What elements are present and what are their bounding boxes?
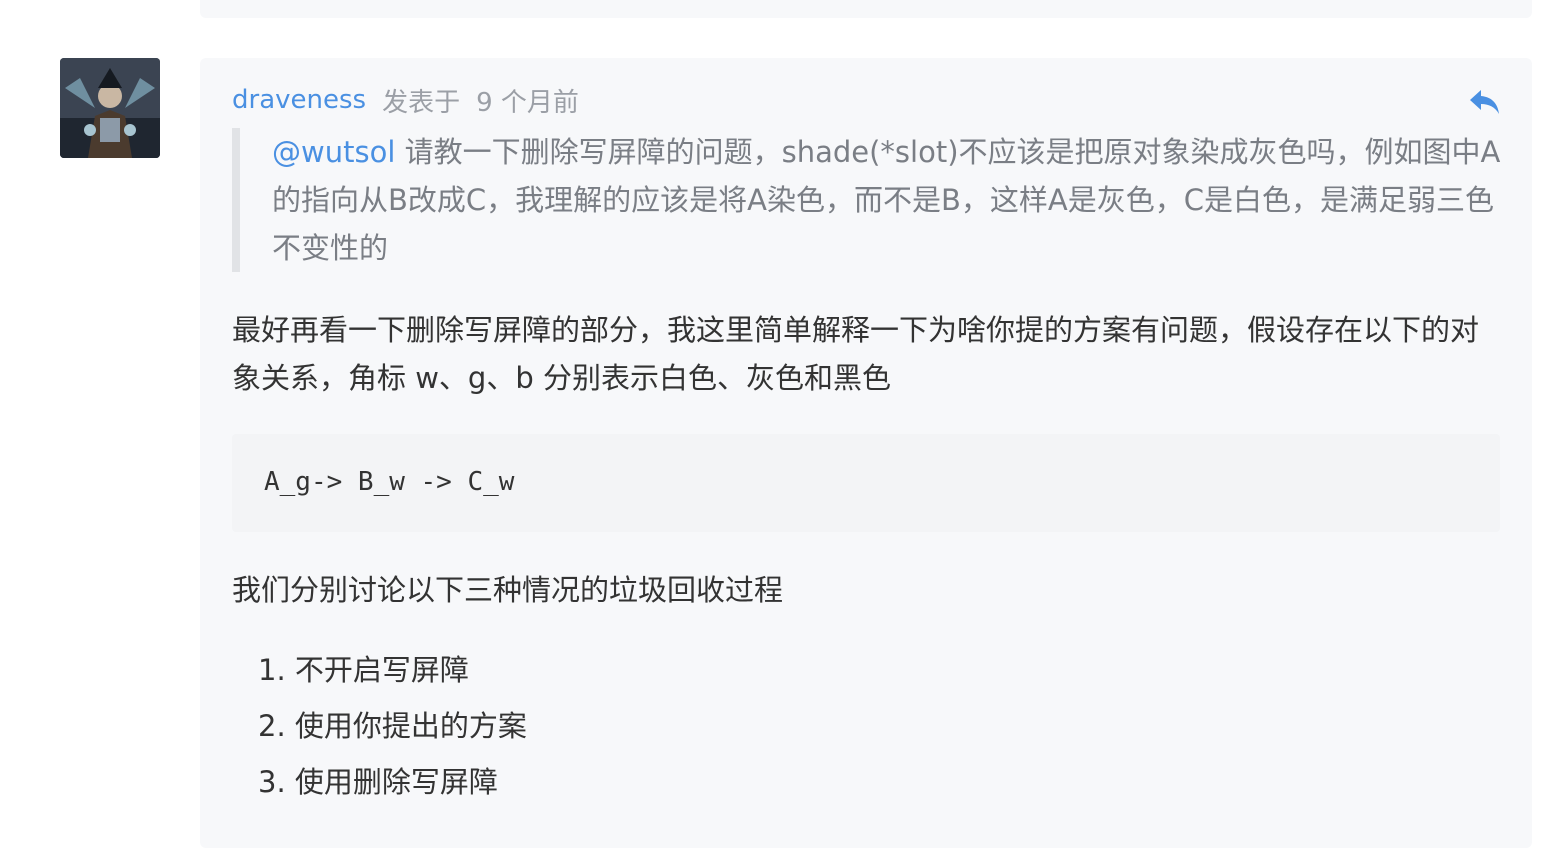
code-block: A_g-> B_w -> C_w: [232, 434, 1500, 532]
author-link[interactable]: draveness: [232, 85, 366, 115]
quoted-reply: @wutsol 请教一下删除写屏障的问题，shade(*slot)不应该是把原对…: [232, 128, 1502, 272]
post-time[interactable]: 9 个月前: [476, 82, 579, 119]
scenario-list: 1. 不开启写屏障 2. 使用你提出的方案 3. 使用删除写屏障: [258, 646, 527, 814]
list-item: 3. 使用删除写屏障: [258, 765, 498, 799]
mention-link[interactable]: @wutsol: [272, 135, 395, 169]
comment-paragraph-2: 我们分别讨论以下三种情况的垃圾回收过程: [232, 573, 784, 607]
posted-label: 发表于: [382, 87, 461, 118]
previous-comment-card: [200, 0, 1532, 18]
comment-meta: draveness 发表于 9 个月前: [232, 82, 579, 118]
user-avatar[interactable]: [60, 58, 160, 158]
list-item: 1. 不开启写屏障: [258, 653, 469, 687]
avatar-image: [60, 58, 160, 158]
comment-card: draveness 发表于 9 个月前 @wutsol 请教一下删除写屏障的问题…: [200, 58, 1532, 848]
reply-button[interactable]: [1468, 86, 1502, 118]
list-item: 2. 使用你提出的方案: [258, 709, 527, 743]
reply-arrow-icon: [1470, 90, 1499, 114]
comment-paragraph-1: 最好再看一下删除写屏障的部分，我这里简单解释一下为啥你提的方案有问题，假设存在以…: [232, 313, 1480, 395]
quote-text: 请教一下删除写屏障的问题，shade(*slot)不应该是把原对象染成灰色吗，例…: [272, 135, 1501, 265]
code-text: A_g-> B_w -> C_w: [264, 467, 515, 497]
